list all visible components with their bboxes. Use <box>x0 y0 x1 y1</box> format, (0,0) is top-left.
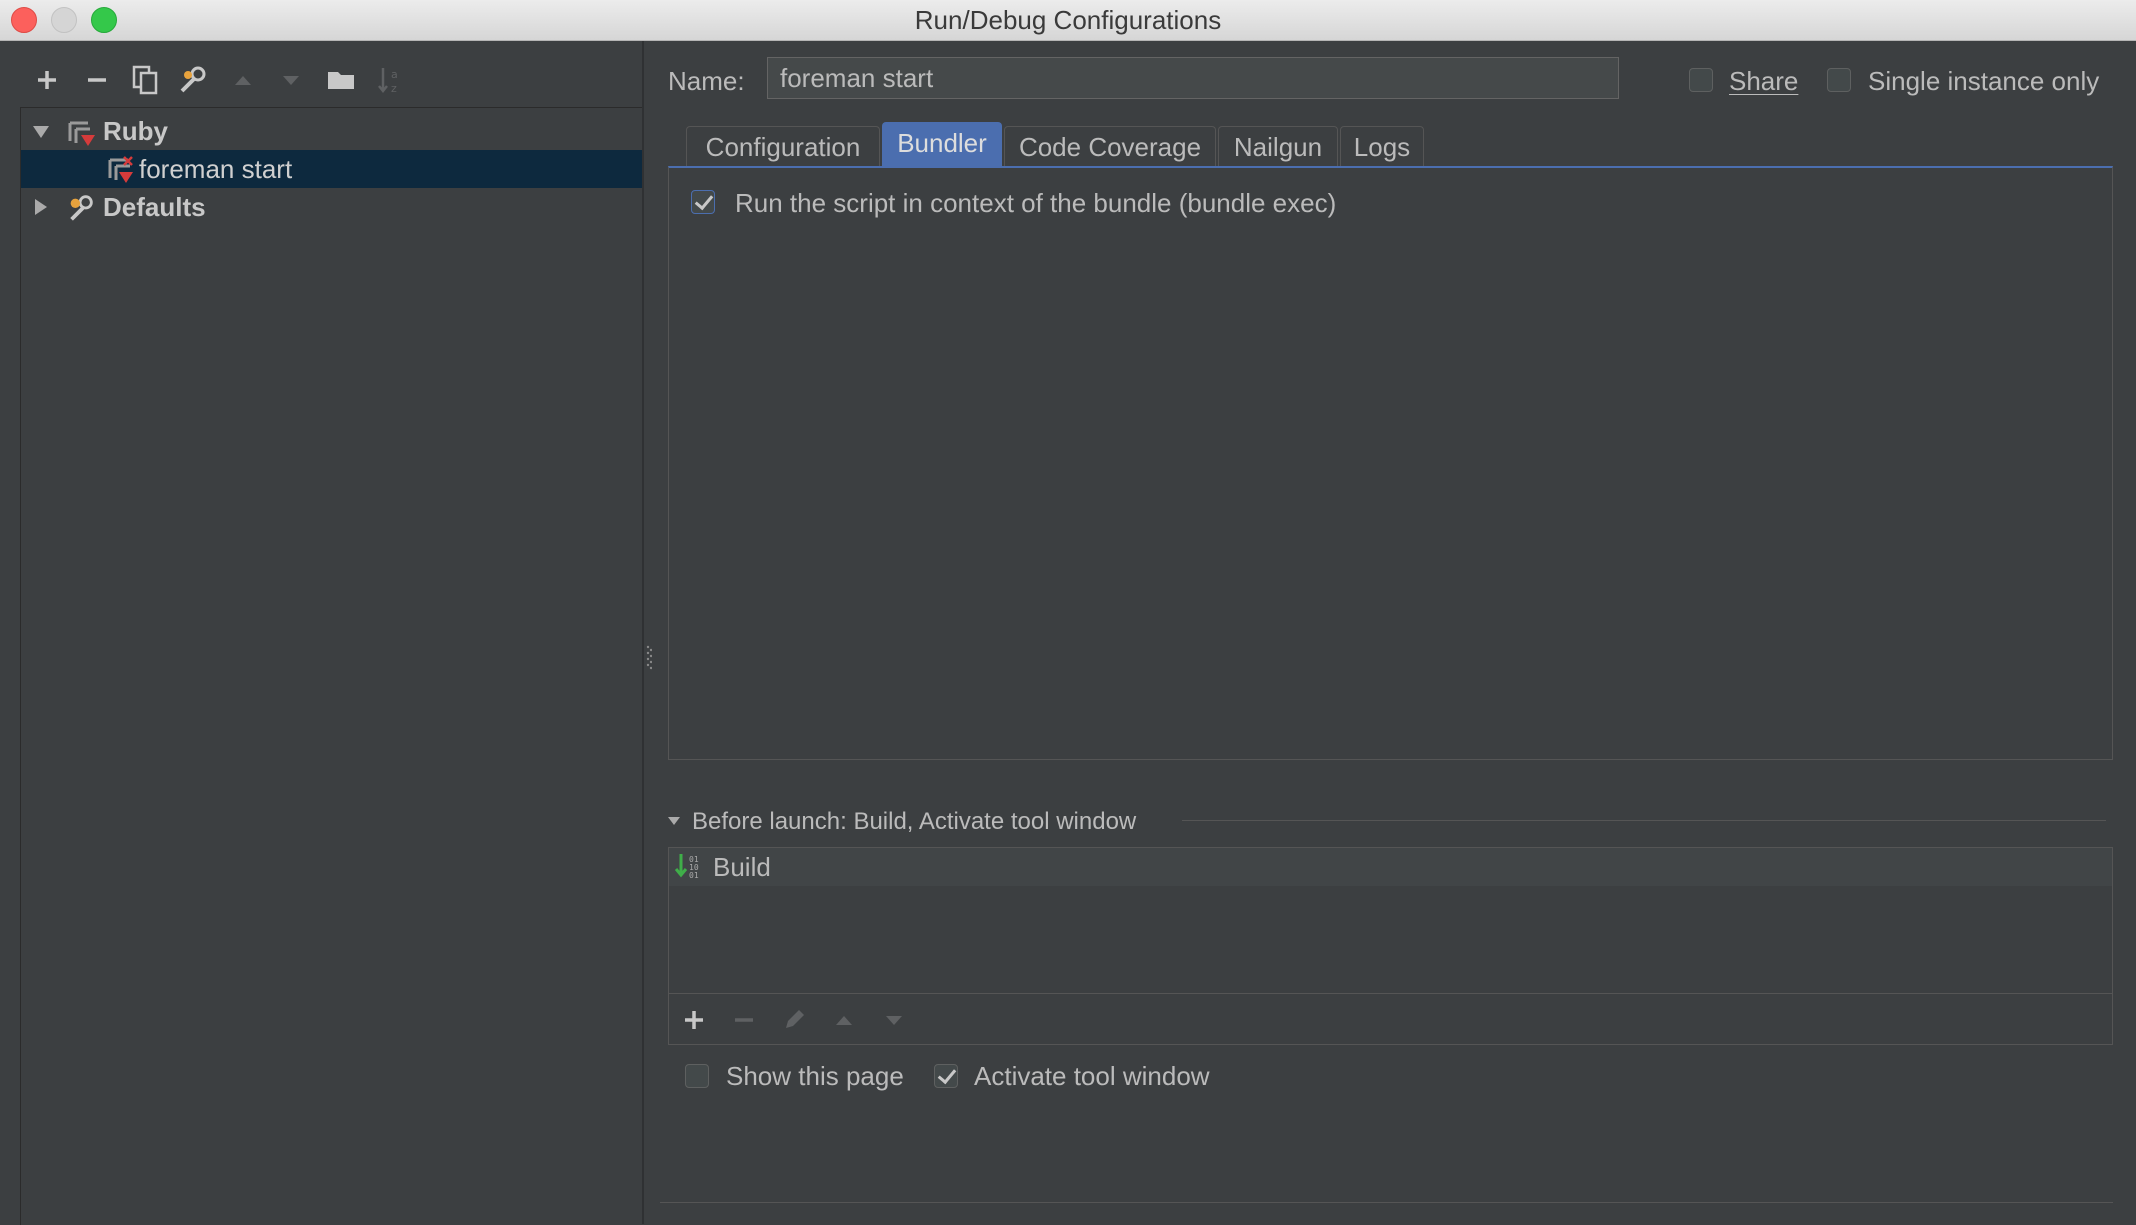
move-up-icon[interactable] <box>226 63 260 97</box>
add-icon[interactable] <box>680 1006 708 1034</box>
footer-divider <box>660 1202 2113 1203</box>
title-bar: Run/Debug Configurations <box>0 0 2136 41</box>
share-label[interactable]: Share <box>1729 66 1798 97</box>
defaults-wrench-icon <box>70 195 93 221</box>
bundler-panel: Run the script in context of the bundle … <box>668 166 2113 760</box>
activate-tool-window-label[interactable]: Activate tool window <box>974 1061 1210 1092</box>
copy-icon[interactable] <box>128 63 162 97</box>
remove-icon[interactable] <box>730 1006 758 1034</box>
config-tree: Ruby foreman start Defaults <box>20 107 643 1225</box>
tree-item-ruby[interactable]: Ruby <box>21 112 643 150</box>
move-down-icon[interactable] <box>274 63 308 97</box>
tab-bundler[interactable]: Bundler <box>882 122 1002 166</box>
remove-icon[interactable] <box>80 63 114 97</box>
move-up-icon[interactable] <box>830 1006 858 1034</box>
tree-item-label: foreman start <box>139 154 293 184</box>
tree-item-foreman-start[interactable]: foreman start <box>21 150 643 188</box>
single-instance-label[interactable]: Single instance only <box>1868 66 2099 97</box>
splitter[interactable] <box>642 41 644 1224</box>
name-label: Name: <box>668 66 745 96</box>
name-input[interactable] <box>767 57 1619 99</box>
before-launch-header[interactable]: Before launch: Build, Activate tool wind… <box>692 808 1136 836</box>
window-title: Run/Debug Configurations <box>914 5 1222 35</box>
svg-text:z: z <box>391 82 397 95</box>
bundle-exec-label[interactable]: Run the script in context of the bundle … <box>735 188 1336 219</box>
edit-icon[interactable] <box>780 1006 808 1034</box>
ruby-config-icon <box>68 121 95 146</box>
tab-code-coverage[interactable]: Code Coverage <box>1004 126 1216 166</box>
show-page-label[interactable]: Show this page <box>726 1061 904 1092</box>
svg-text:a: a <box>391 68 398 81</box>
expand-arrow-icon[interactable] <box>31 122 51 142</box>
add-icon[interactable] <box>30 63 64 97</box>
wrench-icon[interactable] <box>176 63 210 97</box>
collapse-arrow-icon[interactable] <box>31 197 51 217</box>
sort-icon[interactable]: a z <box>374 63 408 97</box>
tab-configuration[interactable]: Configuration <box>686 126 880 166</box>
before-launch-toolbar <box>668 993 2113 1045</box>
before-launch-divider <box>1182 820 2106 821</box>
activate-tool-window-checkbox[interactable] <box>934 1064 958 1088</box>
move-down-icon[interactable] <box>880 1006 908 1034</box>
svg-text:01: 01 <box>689 871 699 880</box>
tree-item-defaults[interactable]: Defaults <box>21 188 643 226</box>
splitter-grip-icon[interactable] <box>646 644 652 672</box>
bundle-exec-checkbox[interactable] <box>691 190 715 214</box>
list-item[interactable]: 01 10 01 Build <box>669 848 2112 886</box>
tree-item-label: Defaults <box>103 192 206 222</box>
list-item-label: Build <box>713 852 771 882</box>
tree-item-label: Ruby <box>103 116 168 146</box>
folder-icon[interactable] <box>324 63 358 97</box>
tab-nailgun[interactable]: Nailgun <box>1218 126 1338 166</box>
tab-logs[interactable]: Logs <box>1340 126 1424 166</box>
single-instance-checkbox[interactable] <box>1827 68 1851 92</box>
left-panel: a z Ruby foreman start Defaults <box>0 41 643 1225</box>
build-icon: 01 10 01 <box>675 854 699 880</box>
show-page-checkbox[interactable] <box>685 1064 709 1088</box>
ruby-config-icon <box>108 156 133 183</box>
before-launch-collapse-icon[interactable] <box>667 814 681 828</box>
share-checkbox[interactable] <box>1689 68 1713 92</box>
